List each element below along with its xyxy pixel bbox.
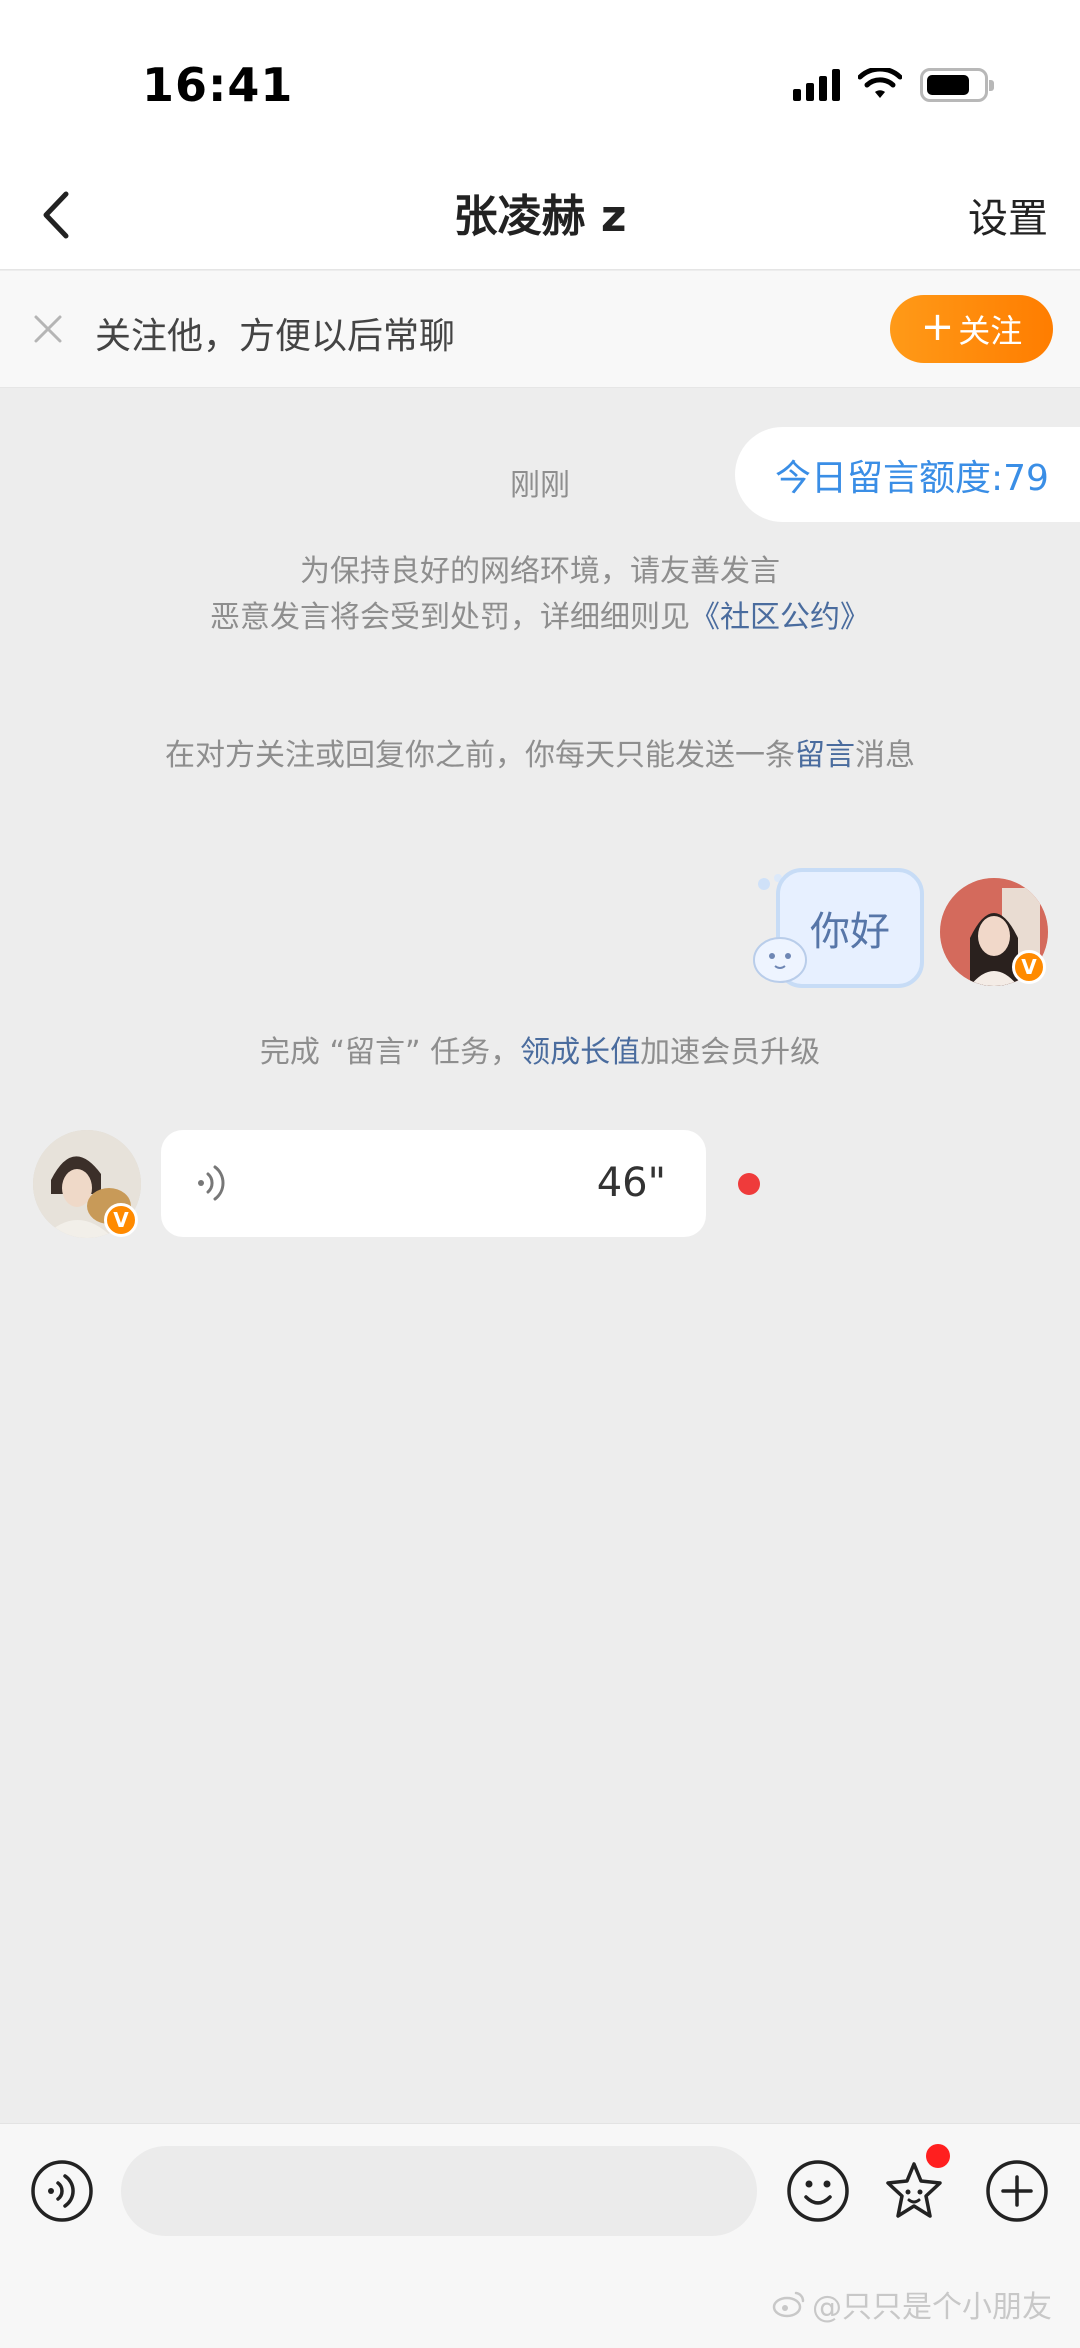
watermark-text: @只只是个小朋友 [812, 2290, 1052, 2325]
verified-badge-icon: V [104, 1203, 138, 1237]
notice-line-2-text: 恶意发言将会受到处罚，详细细则见 [210, 600, 690, 635]
notice-line-2: 恶意发言将会受到处罚，详细细则见《社区公约》 [0, 595, 1080, 641]
star-face-icon[interactable] [882, 2159, 946, 2223]
notification-dot [926, 2144, 950, 2168]
battery-icon [920, 68, 994, 102]
wifi-icon [858, 68, 902, 98]
limit-notice-prefix: 在对方关注或回复你之前，你每天只能发送一条 [165, 738, 795, 773]
bubble-mascot-decoration [753, 937, 807, 983]
message-input[interactable] [121, 2146, 757, 2236]
voice-message-bubble[interactable]: 46" [161, 1130, 706, 1237]
unread-indicator [738, 1173, 760, 1195]
follow-button-label: 关注 [958, 312, 1023, 350]
emoji-icon[interactable] [786, 2159, 850, 2223]
leave-message-link[interactable]: 留言 [795, 738, 855, 773]
community-notice: 为保持良好的网络环境，请友善发言 恶意发言将会受到处罚，详细细则见《社区公约》 [0, 549, 1080, 641]
task-notice-suffix: 加速会员升级 [640, 1035, 821, 1070]
watermark: @只只是个小朋友 [772, 2282, 1052, 2326]
status-time: 16:41 [142, 58, 294, 112]
follow-prompt-text: 关注他，方便以后常聊 [95, 316, 456, 357]
message-timestamp: 刚刚 [510, 468, 570, 503]
close-icon[interactable] [30, 311, 66, 347]
status-icons [793, 68, 994, 102]
input-bar: @只只是个小朋友 [0, 2123, 1080, 2348]
voice-duration: 46" [596, 1160, 666, 1206]
plus-icon: + [920, 304, 955, 350]
cellular-signal-icon [793, 69, 840, 101]
status-bar: 16:41 [0, 0, 1080, 160]
task-notice: 完成 “留言” 任务，领成长值加速会员升级 [0, 1030, 1080, 1076]
notice-line-1: 为保持良好的网络环境，请友善发言 [300, 554, 780, 589]
follow-banner: 关注他，方便以后常聊 + 关注 [0, 271, 1080, 388]
growth-value-link[interactable]: 领成长值 [520, 1035, 640, 1070]
settings-button[interactable]: 设置 [968, 186, 1048, 244]
voice-wave-icon [198, 1165, 225, 1201]
message-limit-notice: 在对方关注或回复你之前，你每天只能发送一条留言消息 [0, 733, 1080, 779]
follow-button[interactable]: + 关注 [890, 295, 1053, 363]
page-title: 张凌赫 z [453, 191, 627, 242]
verified-badge-icon: V [1012, 950, 1046, 984]
community-guidelines-link[interactable]: 《社区公约》 [690, 600, 870, 635]
voice-input-icon[interactable] [30, 2159, 94, 2223]
plus-circle-icon[interactable] [985, 2159, 1049, 2223]
weibo-logo-icon [772, 2291, 805, 2318]
limit-notice-suffix: 消息 [855, 738, 915, 773]
task-notice-prefix: 完成 “留言” 任务， [259, 1035, 521, 1070]
nav-bar: 张凌赫 z 设置 [0, 160, 1080, 270]
